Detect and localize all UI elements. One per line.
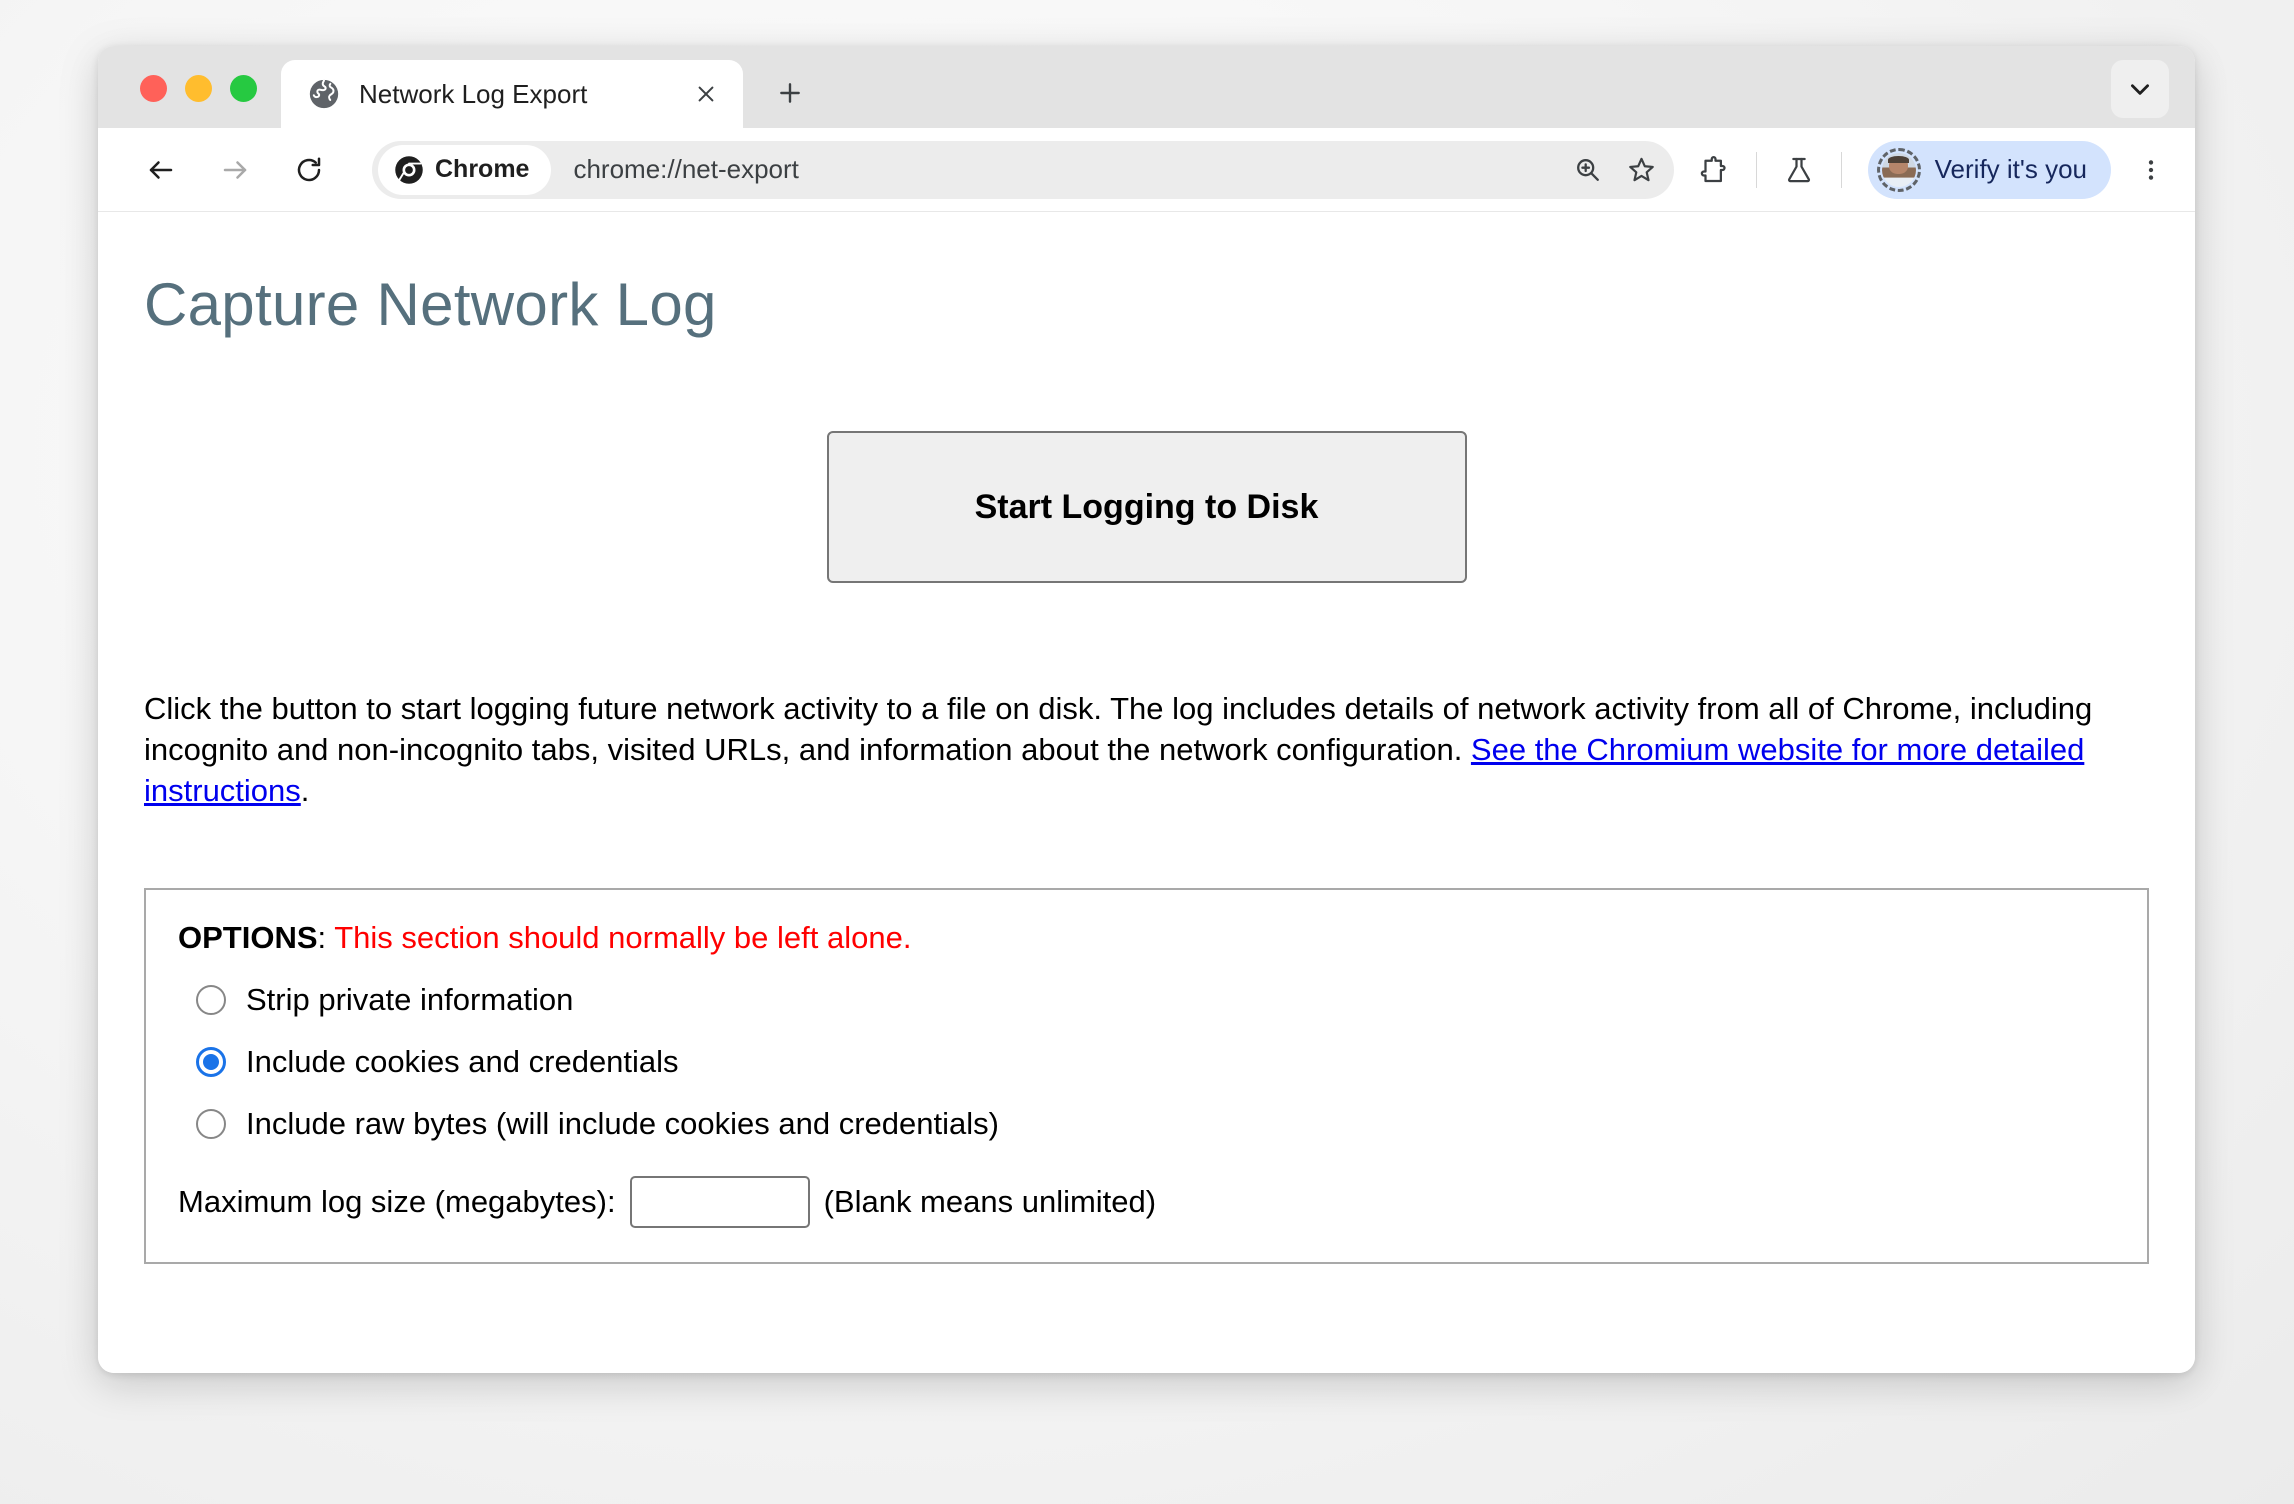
plus-icon bbox=[780, 83, 800, 103]
browser-window: Network Log Export Chrome chrome://net-e… bbox=[98, 46, 2195, 1373]
zoom-in-button[interactable] bbox=[1562, 144, 1614, 196]
avatar bbox=[1876, 147, 1921, 192]
browser-menu-button[interactable] bbox=[2125, 142, 2177, 198]
radio-button-strip-private[interactable] bbox=[196, 984, 226, 1015]
tab-strip: Network Log Export bbox=[98, 46, 2195, 128]
chrome-icon bbox=[395, 155, 423, 184]
reload-icon bbox=[297, 157, 321, 181]
radio-button-include-raw-bytes[interactable] bbox=[196, 1108, 226, 1139]
max-log-size-row: Maximum log size (megabytes): (Blank mea… bbox=[178, 1175, 2115, 1228]
radio-option-include-cookies[interactable]: Include cookies and credentials bbox=[196, 1044, 2115, 1080]
chevron-down-icon bbox=[2131, 84, 2149, 95]
avatar-photo bbox=[1881, 152, 1916, 187]
maximize-window-button[interactable] bbox=[230, 75, 257, 102]
start-button-row: Start Logging to Disk bbox=[144, 431, 2149, 583]
options-heading-colon: : bbox=[317, 919, 335, 955]
radio-option-include-raw-bytes[interactable]: Include raw bytes (will include cookies … bbox=[196, 1106, 2115, 1142]
toolbar-divider-2 bbox=[1840, 151, 1842, 188]
radio-label-include-raw-bytes: Include raw bytes (will include cookies … bbox=[246, 1105, 999, 1141]
experiments-button[interactable] bbox=[1771, 142, 1827, 198]
verify-its-you-button[interactable]: Verify it's you bbox=[1867, 140, 2111, 199]
url-text[interactable]: chrome://net-export bbox=[573, 154, 1561, 185]
chrome-origin-chip[interactable]: Chrome bbox=[378, 144, 552, 195]
address-bar[interactable]: Chrome chrome://net-export bbox=[372, 140, 1674, 199]
back-button[interactable] bbox=[132, 141, 190, 199]
max-log-size-input[interactable] bbox=[629, 1175, 810, 1228]
radio-label-strip-private: Strip private information bbox=[246, 981, 574, 1017]
forward-arrow-icon bbox=[223, 160, 247, 179]
reload-button[interactable] bbox=[280, 141, 338, 199]
back-arrow-icon bbox=[149, 160, 173, 179]
radio-button-include-cookies[interactable] bbox=[196, 1046, 226, 1077]
max-log-size-hint: (Blank means unlimited) bbox=[823, 1183, 1157, 1219]
tab-search-button[interactable] bbox=[2111, 60, 2169, 118]
verify-label: Verify it's you bbox=[1934, 154, 2087, 184]
browser-toolbar: Chrome chrome://net-export Verify it's y… bbox=[98, 128, 2195, 212]
star-icon bbox=[1629, 157, 1654, 182]
start-logging-button[interactable]: Start Logging to Disk bbox=[826, 431, 1467, 583]
close-icon[interactable] bbox=[687, 75, 725, 113]
radio-option-strip-private[interactable]: Strip private information bbox=[196, 982, 2115, 1018]
new-tab-button[interactable] bbox=[765, 68, 815, 118]
description-paragraph: Click the button to start logging future… bbox=[144, 689, 2144, 812]
browser-tab[interactable]: Network Log Export bbox=[281, 60, 743, 128]
toolbar-divider bbox=[1755, 151, 1757, 188]
close-window-button[interactable] bbox=[140, 75, 167, 102]
minimize-window-button[interactable] bbox=[185, 75, 212, 102]
extensions-button[interactable] bbox=[1686, 142, 1742, 198]
traffic-light-buttons bbox=[98, 75, 257, 128]
options-heading-bold: OPTIONS bbox=[178, 919, 318, 955]
options-heading: OPTIONS: This section should normally be… bbox=[178, 920, 2115, 956]
tab-title: Network Log Export bbox=[359, 78, 588, 109]
puzzle-piece-icon bbox=[1700, 155, 1726, 182]
options-heading-warning: This section should normally be left alo… bbox=[334, 919, 912, 955]
max-log-size-label: Maximum log size (megabytes): bbox=[178, 1183, 616, 1219]
radio-label-include-cookies: Include cookies and credentials bbox=[246, 1043, 679, 1079]
flask-icon bbox=[1787, 157, 1810, 182]
three-dot-menu-icon bbox=[2148, 159, 2154, 180]
options-fieldset: OPTIONS: This section should normally be… bbox=[144, 887, 2149, 1264]
forward-button[interactable] bbox=[206, 141, 264, 199]
chrome-chip-label: Chrome bbox=[435, 155, 530, 183]
bookmark-button[interactable] bbox=[1616, 144, 1668, 196]
page-title: Capture Network Log bbox=[144, 271, 717, 338]
description-after-link: . bbox=[300, 772, 310, 808]
page-content: Capture Network Log Start Logging to Dis… bbox=[98, 212, 2195, 1373]
zoom-in-icon bbox=[1577, 159, 1600, 181]
globe-icon bbox=[307, 77, 341, 111]
